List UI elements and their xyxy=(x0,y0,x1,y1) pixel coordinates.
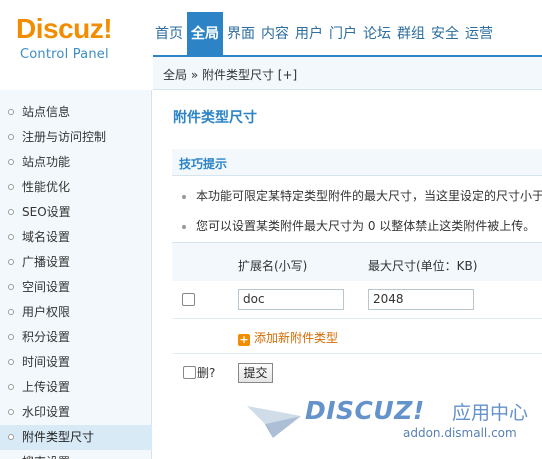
tips-title: 技巧提示 xyxy=(179,157,228,171)
bullet-icon xyxy=(8,384,14,390)
page-title: 附件类型尺寸 xyxy=(173,110,257,126)
bullet-icon xyxy=(8,434,14,440)
max-size-input[interactable]: 2048 xyxy=(368,289,474,310)
sidebar-item[interactable]: 注册与访问控制 xyxy=(0,125,152,150)
sidebar-item-label: 空间设置 xyxy=(22,280,71,294)
watermark-cn: 应用中心 xyxy=(452,402,529,424)
sidebar-item[interactable]: 空间设置 xyxy=(0,275,152,300)
sidebar-item-label: 时间设置 xyxy=(22,355,71,369)
bullet-icon xyxy=(8,284,14,290)
logo-subtitle: Control Panel xyxy=(20,47,109,62)
bullet-icon xyxy=(182,224,186,229)
ext-input[interactable]: doc xyxy=(238,289,344,310)
bullet-icon xyxy=(8,234,14,240)
paper-plane-icon xyxy=(247,406,301,438)
sidebar-item[interactable]: 广播设置 xyxy=(0,250,152,275)
watermark-brand: DISCUZ! xyxy=(305,396,425,425)
nav-tab[interactable]: 内容 xyxy=(259,12,291,57)
logo[interactable]: Discuz! Control Panel xyxy=(16,13,113,63)
sidebar-item-label: 站点信息 xyxy=(22,105,71,119)
nav-tab[interactable]: 安全 xyxy=(429,12,461,57)
watermark-url: addon.dismall.com xyxy=(403,426,517,440)
header: Discuz! Control Panel 首页 全局 界面 内容 用户 门户 论坛 群组 安全… xyxy=(0,0,542,62)
sidebar-item[interactable]: 附件类型尺寸 xyxy=(0,425,152,450)
sidebar-item[interactable]: 站点信息 xyxy=(0,100,152,125)
bullet-icon xyxy=(8,259,14,265)
tip-item: 本功能可限定某特定类型附件的最大尺寸，当这里设定的尺寸小于 xyxy=(182,187,542,204)
nav-tab[interactable]: 运营 xyxy=(463,12,495,57)
sidebar-item[interactable]: SEO设置 xyxy=(0,200,152,225)
nav-tab[interactable]: 首页 xyxy=(153,12,185,57)
sidebar-item-label: 水印设置 xyxy=(22,405,71,419)
sidebar-item[interactable]: 时间设置 xyxy=(0,350,152,375)
watermark: DISCUZ! 应用中心 addon.dismall.com xyxy=(245,396,542,446)
bullet-icon xyxy=(8,184,14,190)
sidebar-item-label: 附件类型尺寸 xyxy=(22,430,95,444)
sidebar-item-label: 性能优化 xyxy=(22,180,71,194)
sidebar-item[interactable]: 积分设置 xyxy=(0,325,152,350)
bullet-icon xyxy=(8,409,14,415)
submit-button[interactable]: 提交 xyxy=(238,363,273,383)
nav-tab[interactable]: 全局 xyxy=(187,12,223,57)
tip-item: 您可以设置某类附件最大尺寸为 0 以整体禁止这类附件被上传。 xyxy=(182,217,535,234)
sidebar-item[interactable]: 站点功能 xyxy=(0,150,152,175)
sidebar-item[interactable]: 搜索设置 xyxy=(0,450,152,459)
row-select-checkbox[interactable] xyxy=(182,293,195,306)
nav-tab[interactable]: 论坛 xyxy=(361,12,393,57)
sidebar-item[interactable]: 用户权限 xyxy=(0,300,152,325)
bullet-icon xyxy=(182,194,186,199)
column-header-max-size: 最大尺寸(单位：KB) xyxy=(368,259,478,273)
nav-tab[interactable]: 群组 xyxy=(395,12,427,57)
plus-icon: + xyxy=(238,333,250,346)
delete-label: 删? xyxy=(197,366,216,380)
tips-header: 技巧提示 xyxy=(172,149,542,176)
column-header-ext: 扩展名(小写) xyxy=(238,259,308,273)
bullet-icon xyxy=(8,209,14,215)
bullet-icon xyxy=(8,309,14,315)
sidebar-item[interactable]: 水印设置 xyxy=(0,400,152,425)
sidebar-item-label: 注册与访问控制 xyxy=(22,130,107,144)
bullet-icon xyxy=(8,359,14,365)
bullet-icon xyxy=(8,134,14,140)
sidebar-item-label: 上传设置 xyxy=(22,380,71,394)
sidebar-item-label: 域名设置 xyxy=(22,230,71,244)
bullet-icon xyxy=(8,159,14,165)
sidebar-item[interactable]: 上传设置 xyxy=(0,375,152,400)
divider xyxy=(172,353,542,354)
top-nav: 首页 全局 界面 内容 用户 门户 论坛 群组 安全 运营 xyxy=(153,12,497,57)
sidebar-item-label: 积分设置 xyxy=(22,330,71,344)
nav-tab[interactable]: 界面 xyxy=(225,12,257,57)
sidebar: 站点信息注册与访问控制 站点功能性能优化 SEO设置域名设置广播设置空间设置用户权限… xyxy=(0,90,152,459)
breadcrumb[interactable]: 全局 » 附件类型尺寸 [+] xyxy=(163,66,297,83)
sidebar-item[interactable]: 性能优化 xyxy=(0,175,152,200)
sidebar-item[interactable]: 域名设置 xyxy=(0,225,152,250)
sidebar-item-label: 广播设置 xyxy=(22,255,71,269)
logo-text: Discuz! xyxy=(16,13,113,44)
sidebar-item-label: 搜索设置 xyxy=(22,455,70,459)
bullet-icon xyxy=(8,109,14,115)
sidebar-item-label: 用户权限 xyxy=(22,305,71,319)
sidebar-item-label: 站点功能 xyxy=(22,155,71,169)
table-row: doc 2048 xyxy=(172,281,542,319)
add-attachment-type-link[interactable]: + 添加新附件类型 xyxy=(238,329,338,346)
bullet-icon xyxy=(8,334,14,340)
table-header: 扩展名(小写) 最大尺寸(单位：KB) xyxy=(172,243,542,281)
breadcrumb-bar: 全局 » 附件类型尺寸 [+] xyxy=(153,57,542,90)
nav-tab[interactable]: 门户 xyxy=(327,12,359,57)
delete-checkbox[interactable] xyxy=(183,366,196,379)
sidebar-item-label: SEO设置 xyxy=(22,205,71,219)
nav-tab[interactable]: 用户 xyxy=(293,12,325,57)
